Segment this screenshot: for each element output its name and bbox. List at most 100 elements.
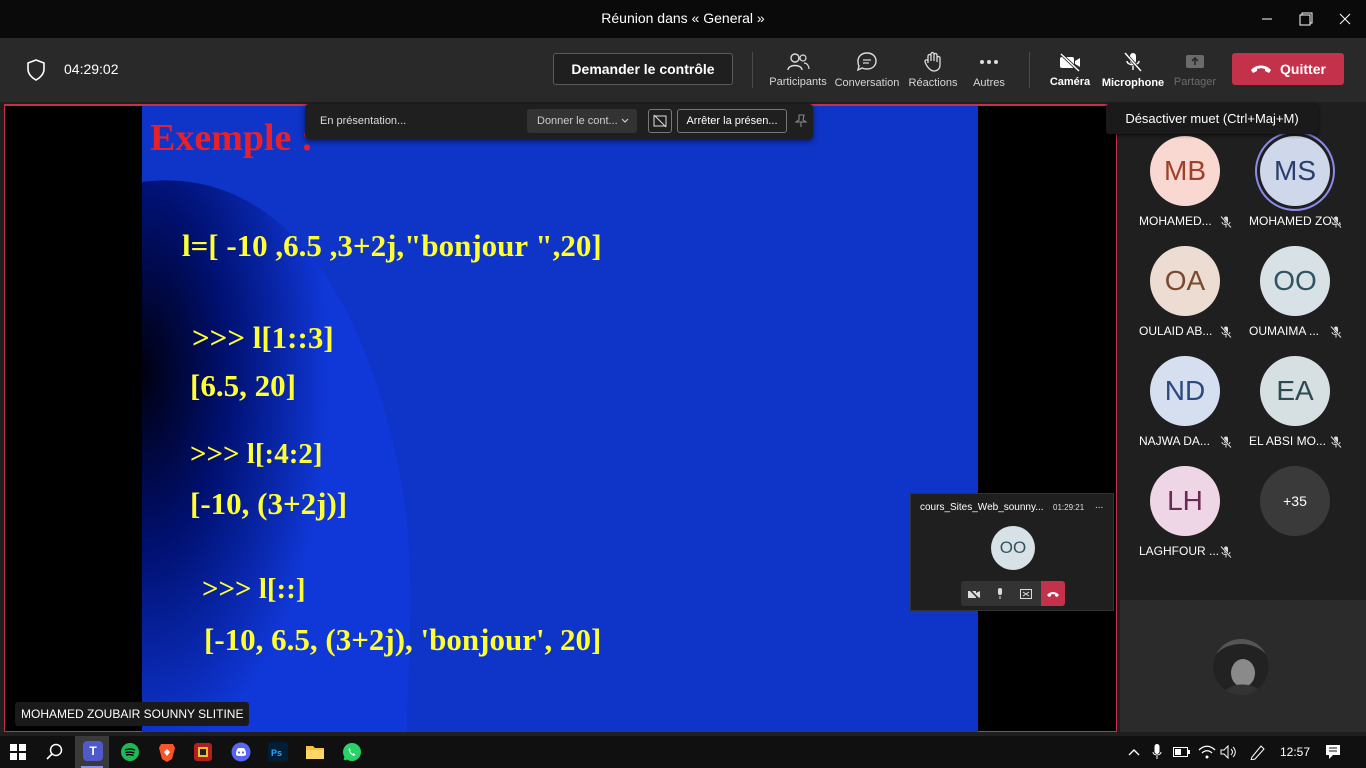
camera-off-icon <box>968 588 980 599</box>
mini-camera-button[interactable] <box>965 585 983 602</box>
more-icon <box>980 60 998 64</box>
slide-line: >>> l[::] <box>202 573 306 605</box>
discord-icon[interactable] <box>229 740 253 764</box>
start-button[interactable] <box>6 740 30 764</box>
hand-icon <box>924 51 941 72</box>
request-control-button[interactable]: Demander le contrôle <box>553 53 733 85</box>
hang-up-icon <box>1047 591 1059 597</box>
volume-icon[interactable] <box>1217 740 1241 764</box>
participant-name: EL ABSI MO... <box>1249 434 1326 448</box>
presentation-slide: Exemple : l=[ -10 ,6.5 ,3+2j,"bonjour ",… <box>142 106 978 732</box>
participant-name: LAGHFOUR ... <box>1139 544 1220 558</box>
self-avatar <box>1213 639 1269 695</box>
share-tray-icon <box>1186 55 1204 68</box>
taskbar-clock[interactable]: 12:57 <box>1280 745 1310 759</box>
slide-line: >>> l[1::3] <box>192 320 334 355</box>
reactions-button[interactable]: Réactions <box>904 38 962 102</box>
give-control-dropdown[interactable]: Donner le cont... <box>527 109 637 133</box>
teams-icon: T <box>83 741 103 761</box>
divider <box>1029 52 1030 88</box>
minimize-icon <box>1262 18 1272 20</box>
mini-share-button[interactable] <box>1017 585 1035 602</box>
conversation-button[interactable]: Conversation <box>834 38 900 102</box>
file-explorer-icon[interactable] <box>303 740 327 764</box>
windows-logo-icon <box>10 744 26 760</box>
windows-taskbar: T Ps 12:57 <box>0 736 1366 768</box>
mini-window-time: 01:29:21 <box>1053 503 1085 512</box>
participant-name: OULAID AB... <box>1139 324 1213 338</box>
close-button[interactable] <box>1322 0 1366 38</box>
presenting-status: En présentation... <box>320 115 407 127</box>
photoshop-icon[interactable]: Ps <box>266 740 290 764</box>
participant-avatar[interactable]: ND <box>1150 356 1220 426</box>
window-toggle-button[interactable] <box>648 109 672 133</box>
leave-button[interactable]: Quitter <box>1232 53 1344 85</box>
wifi-icon[interactable] <box>1195 740 1219 764</box>
camera-button[interactable]: Caméra <box>1046 38 1094 102</box>
chevron-down-icon <box>621 118 629 123</box>
divider <box>752 52 753 88</box>
leave-label: Quitter <box>1280 61 1326 77</box>
mini-meeting-window[interactable]: cours_Sites_Web_sounny... 01:29:21 ... O… <box>910 493 1114 611</box>
mini-window-menu[interactable]: ... <box>1095 500 1103 511</box>
mini-avatar: OO <box>991 526 1035 570</box>
mic-muted-icon <box>1220 326 1232 338</box>
game-app-icon[interactable] <box>191 740 215 764</box>
participant-avatar[interactable]: LH <box>1150 466 1220 536</box>
slide-line: >>> l[:4:2] <box>190 438 323 470</box>
participant-name: OUMAIMA ... <box>1249 324 1320 338</box>
mic-muted-icon <box>1330 326 1342 338</box>
spotify-icon[interactable] <box>118 740 142 764</box>
participants-label: Participants <box>769 76 827 88</box>
search-button[interactable] <box>43 740 67 764</box>
whatsapp-icon[interactable] <box>340 740 364 764</box>
participant-avatar[interactable]: EA <box>1260 356 1330 426</box>
reactions-label: Réactions <box>908 77 958 89</box>
stop-presenting-button[interactable]: Arrêter la présen... <box>677 109 787 133</box>
slide-line: [-10, 6.5, (3+2j), 'bonjour', 20] <box>204 622 602 657</box>
stop-share-icon <box>1020 588 1032 599</box>
microphone-tray-icon[interactable] <box>1145 740 1169 764</box>
pen-icon[interactable] <box>1246 740 1270 764</box>
mic-muted-icon <box>1220 546 1232 558</box>
participants-button[interactable]: Participants <box>766 38 830 102</box>
mic-muted-icon <box>1220 216 1232 228</box>
shield-icon <box>26 59 46 86</box>
slide-line: [6.5, 20] <box>190 368 296 403</box>
more-participants-button[interactable]: +35 <box>1260 466 1330 536</box>
share-label: Partager <box>1173 76 1217 88</box>
mini-hangup-button[interactable] <box>1041 581 1065 606</box>
notifications-icon[interactable] <box>1321 740 1345 764</box>
screen-off-icon <box>653 114 667 128</box>
more-label: Autres <box>973 77 1005 89</box>
more-button[interactable]: Autres <box>966 38 1012 102</box>
brave-icon[interactable] <box>155 740 179 764</box>
participant-name: NAJWA DA... <box>1139 434 1210 448</box>
mini-mic-button[interactable] <box>991 585 1009 602</box>
meeting-timer: 04:29:02 <box>64 61 119 77</box>
participant-avatar[interactable]: OO <box>1260 246 1330 316</box>
self-video-tile <box>1120 600 1366 732</box>
chevron-up-icon[interactable] <box>1122 740 1146 764</box>
meeting-toolbar: 04:29:02 Demander le contrôle Participan… <box>0 38 1366 102</box>
camera-label: Caméra <box>1049 76 1091 88</box>
svg-text:Ps: Ps <box>271 748 282 758</box>
microphone-label: Microphone <box>1101 77 1165 89</box>
battery-icon[interactable] <box>1170 740 1194 764</box>
mini-window-title: cours_Sites_Web_sounny... <box>920 502 1044 513</box>
pin-icon[interactable] <box>794 114 808 131</box>
participant-avatar[interactable]: MB <box>1150 136 1220 206</box>
search-icon <box>46 743 63 760</box>
participant-avatar[interactable]: MS <box>1260 136 1330 206</box>
participant-avatar[interactable]: OA <box>1150 246 1220 316</box>
microphone-button[interactable]: Microphone <box>1100 38 1166 102</box>
participants-gallery: MB MOHAMED... MS MOHAMED ZO... OA OULAID AB..… <box>1120 104 1366 732</box>
share-button[interactable]: Partager <box>1170 38 1220 102</box>
participants-icon <box>787 53 810 71</box>
give-control-label: Donner le cont... <box>537 115 618 127</box>
slide-line: [-10, (3+2j)] <box>190 486 348 521</box>
microphone-icon <box>998 588 1002 599</box>
camera-off-icon <box>1059 52 1081 72</box>
restore-icon <box>1299 12 1313 26</box>
taskbar-active-app[interactable]: T <box>75 736 109 768</box>
